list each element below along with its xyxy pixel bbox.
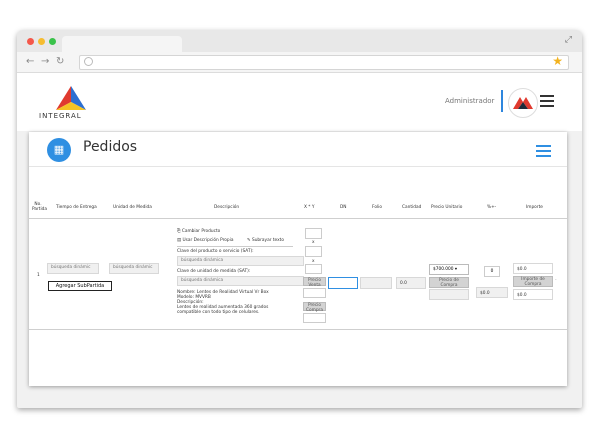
precio-de-compra-input[interactable] [429,289,469,300]
menu-icon[interactable] [540,95,554,110]
th-importe: Importe [526,205,543,210]
user-logo-icon[interactable] [508,88,538,118]
close-window-button[interactable] [27,38,34,45]
th-descripcion: Descripción [214,205,240,210]
logo-triangle-icon [56,86,86,110]
clave-unidad-label: Clave de unidad de medida (SAT): [177,269,251,274]
pct-input[interactable]: 0 [484,266,500,277]
th-cantidad: Cantidad [402,205,422,210]
back-arrow-icon[interactable]: ← [26,56,34,68]
th-xyy: X * Y [304,205,315,210]
hamburger-icon[interactable] [536,145,551,160]
maximize-window-button[interactable] [49,38,56,45]
clave-unidad-input[interactable]: búsqueda dinámica [177,276,304,286]
user-logo-graphic [513,97,533,109]
precio-unitario-select[interactable]: $700.000 ▾ [429,264,469,275]
precio-compra-button[interactable]: Precio Compra [303,302,326,313]
title-bar: ⤢ [17,30,582,52]
x-input[interactable] [305,228,322,239]
clave-producto-label: Clave del producto o servicio (SAT): [177,249,254,254]
y-input[interactable] [305,246,322,257]
row-number: 1 [37,273,40,278]
th-no-partida: No. Partida [32,202,48,212]
header-divider [501,90,503,112]
app-header: INTEGRAL Administrador [17,73,582,131]
reload-icon[interactable]: ↻ [56,56,64,68]
precio-de-compra-button[interactable]: Precio de Compra [429,277,469,288]
th-dn: DN [340,205,347,210]
table-header: No. Partida Tiempo de Entrega Unidad de … [29,202,567,219]
browser-toolbar: ← → ↻ ★ [17,52,582,73]
z-input[interactable] [305,264,322,274]
row-divider [29,329,567,330]
page-title: Pedidos [83,139,138,155]
subrayar-texto-link[interactable]: ✎ Subrayar texto [247,238,284,243]
logo-text: INTEGRAL [39,112,82,120]
th-tiempo-entrega: Tiempo de Entrega [56,205,97,210]
th-pct: %+- [487,205,497,210]
producto-descripcion-line-2: compatible con todo tipo de celulares. [177,310,260,315]
panel-header: ▦ Pedidos [29,132,567,167]
importe-compra-field: $0.0 [513,289,553,300]
agregar-subpartida-button[interactable]: Agregar SubPartida [48,281,112,291]
th-precio-unitario: Precio Unitario [431,205,463,210]
bookmark-star-icon[interactable]: ★ [552,54,563,68]
th-folio: Folio [372,205,382,210]
precio-venta-input[interactable] [303,288,326,298]
pct-total-field: $0.0 [476,287,508,298]
calculator-icon: ▦ [47,138,71,162]
browser-window: ⤢ ← → ↻ ★ INTEGRAL Administrador ▦ Pedid… [17,30,582,408]
globe-icon [84,57,93,66]
expand-icon[interactable]: ⤢ [565,35,572,45]
x-label: x [312,240,315,245]
integral-logo[interactable]: INTEGRAL [39,85,99,125]
cambiar-producto-label: Cambiar Producto [181,229,221,234]
cantidad-input[interactable]: 0.0 [396,277,426,289]
precio-unitario-value: $700.000 [433,267,454,272]
forward-arrow-icon[interactable]: → [41,56,49,68]
pedidos-panel: ▦ Pedidos No. Partida Tiempo de Entrega … [29,132,567,386]
tiempo-entrega-input[interactable]: búsqueda dinámic [47,263,99,274]
unidad-medida-input[interactable]: búsqueda dinámic [109,263,159,274]
th-unidad-medida: Unidad de Medida [113,205,152,210]
browser-tab[interactable] [62,36,182,52]
divider [177,246,293,247]
admin-label[interactable]: Administrador [445,97,494,105]
precio-compra-input[interactable] [303,313,326,323]
importe-de-compra-button[interactable]: Importe de Compra [513,276,553,287]
dn-input[interactable] [328,277,358,289]
importe-field: $0.0 [513,263,553,274]
precio-venta-button[interactable]: Precio Venta [303,277,326,288]
subrayar-texto-label: Subrayar texto [251,238,284,243]
address-bar[interactable]: ★ [79,54,569,70]
cambiar-producto-link[interactable]: ⎘ Cambiar Producto [177,229,220,234]
clave-producto-input[interactable]: búsqueda dinámica [177,256,304,266]
row-scroll-indicator: - [555,278,557,283]
folio-input[interactable] [360,277,392,289]
usar-descripcion-propia-label: Usar Descripción Propia [182,238,234,243]
usar-descripcion-propia-link[interactable]: ▤ Usar Descripción Propia [177,238,233,243]
minimize-window-button[interactable] [38,38,45,45]
